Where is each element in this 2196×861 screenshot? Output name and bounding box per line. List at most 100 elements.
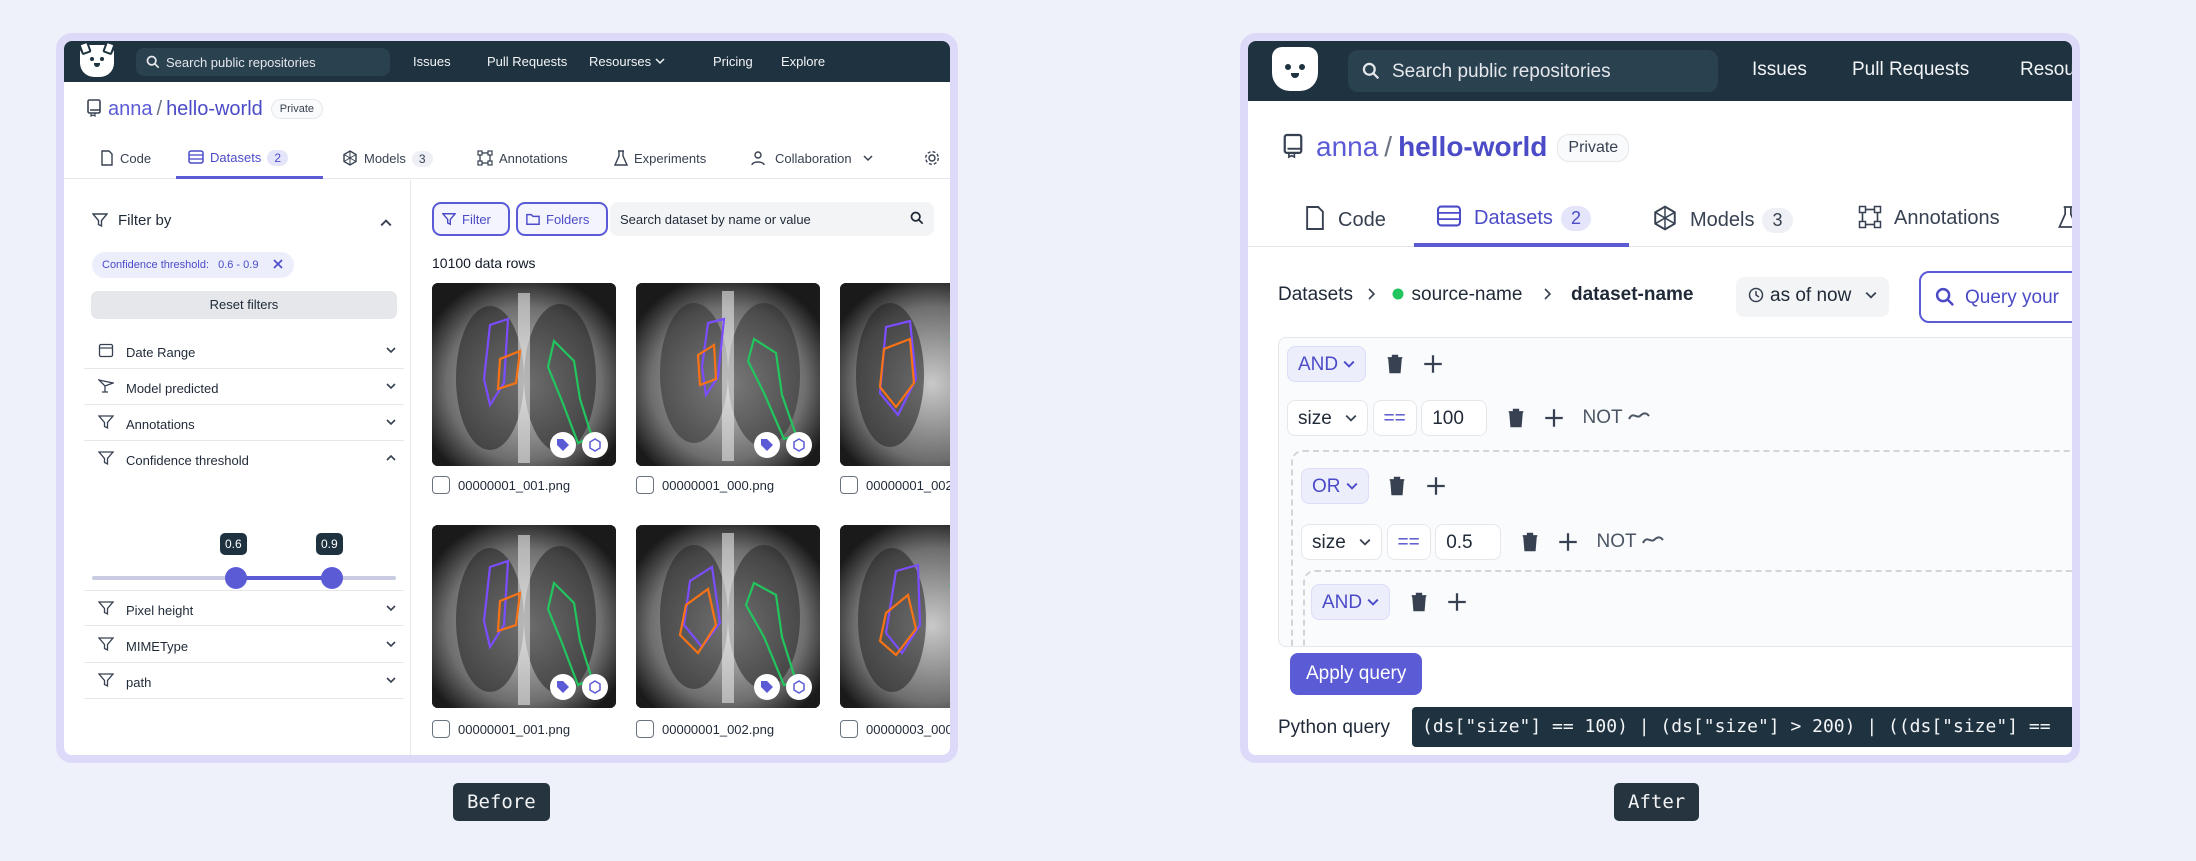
tab-code[interactable]: Code bbox=[100, 150, 151, 166]
xray-thumbnail[interactable] bbox=[636, 283, 820, 466]
facet-annotations[interactable]: Annotations bbox=[84, 405, 404, 441]
nav-resources[interactable]: Resourses bbox=[589, 54, 665, 69]
select-checkbox[interactable] bbox=[432, 720, 450, 738]
facet-confidence-threshold[interactable]: Confidence threshold bbox=[84, 441, 404, 477]
xray-thumbnail[interactable] bbox=[840, 283, 950, 466]
field-select[interactable]: size bbox=[1301, 524, 1383, 560]
xray-thumbnail[interactable] bbox=[432, 525, 616, 708]
filter-icon bbox=[442, 213, 456, 226]
facet-pixel-height[interactable]: Pixel height bbox=[84, 590, 404, 626]
search-input[interactable]: Search public repositories bbox=[136, 48, 390, 76]
tag-badge[interactable] bbox=[754, 674, 780, 700]
image-filename[interactable]: 00000003_000.png bbox=[840, 720, 950, 738]
repo-owner-link[interactable]: anna bbox=[108, 98, 153, 120]
model-badge[interactable] bbox=[786, 674, 812, 700]
trash-icon[interactable] bbox=[1385, 353, 1405, 375]
chevron-up-icon[interactable] bbox=[380, 217, 392, 229]
trash-icon[interactable] bbox=[1387, 475, 1407, 497]
tab-models[interactable]: Models 3 bbox=[1652, 205, 1793, 233]
tab-annotations[interactable]: Annotations bbox=[477, 150, 568, 166]
image-filename[interactable]: 00000001_002.png bbox=[840, 476, 950, 494]
model-badge[interactable] bbox=[786, 432, 812, 458]
image-filename[interactable]: 00000001_002.png bbox=[636, 720, 774, 738]
not-toggle[interactable]: NOT bbox=[1597, 531, 1664, 553]
dataset-search-input[interactable]: Search dataset by name or value bbox=[610, 202, 934, 236]
nav-issues[interactable]: Issues bbox=[1752, 59, 1807, 81]
version-selector[interactable]: as of now bbox=[1736, 277, 1889, 317]
plus-icon[interactable] bbox=[1423, 354, 1443, 374]
tab-models[interactable]: Models 3 bbox=[342, 150, 433, 167]
not-toggle[interactable]: NOT bbox=[1583, 407, 1650, 429]
query-button[interactable]: Query your bbox=[1919, 271, 2072, 323]
xray-thumbnail[interactable] bbox=[432, 283, 616, 466]
logic-select[interactable]: AND bbox=[1311, 584, 1391, 620]
plus-icon[interactable] bbox=[1558, 532, 1578, 552]
tab-settings[interactable] bbox=[924, 150, 940, 166]
repo-name-link[interactable]: hello-world bbox=[166, 98, 263, 120]
reset-filters-button[interactable]: Reset filters bbox=[91, 291, 397, 319]
tab-annotations[interactable]: Annotations bbox=[1858, 205, 2000, 230]
dog-logo-icon[interactable] bbox=[1272, 47, 1318, 91]
filter-header[interactable]: Filter by bbox=[91, 212, 171, 229]
tag-badge[interactable] bbox=[550, 674, 576, 700]
plus-icon[interactable] bbox=[1447, 592, 1467, 612]
tab-experiments[interactable] bbox=[2058, 205, 2072, 230]
facet-mimetype[interactable]: MIMEType bbox=[84, 627, 404, 663]
xray-thumbnail[interactable] bbox=[636, 525, 820, 708]
value-input[interactable]: 100 bbox=[1421, 400, 1488, 436]
close-icon[interactable] bbox=[272, 258, 284, 270]
filter-button[interactable]: Filter bbox=[432, 202, 510, 236]
select-checkbox[interactable] bbox=[636, 720, 654, 738]
nav-pricing[interactable]: Pricing bbox=[713, 54, 753, 69]
trash-icon[interactable] bbox=[1506, 407, 1526, 429]
select-checkbox[interactable] bbox=[840, 476, 858, 494]
facet-path[interactable]: path bbox=[84, 663, 404, 699]
after-window: Search public repositories Issues Pull R… bbox=[1240, 33, 2080, 763]
image-filename[interactable]: 00000001_001.png bbox=[432, 476, 570, 494]
select-checkbox[interactable] bbox=[840, 720, 858, 738]
model-badge[interactable] bbox=[582, 674, 608, 700]
folders-button[interactable]: Folders bbox=[516, 202, 608, 236]
tag-badge[interactable] bbox=[550, 432, 576, 458]
search-input[interactable]: Search public repositories bbox=[1348, 50, 1718, 92]
nav-resources[interactable]: Resou bbox=[2020, 59, 2072, 81]
slider-high-handle[interactable] bbox=[321, 567, 343, 589]
slider-low-handle[interactable] bbox=[225, 567, 247, 589]
logic-select[interactable]: OR bbox=[1301, 468, 1369, 504]
trash-icon[interactable] bbox=[1520, 531, 1540, 553]
nav-explore[interactable]: Explore bbox=[781, 54, 825, 69]
logic-select[interactable]: AND bbox=[1287, 346, 1367, 382]
facet-date-range[interactable]: Date Range bbox=[84, 333, 404, 369]
breadcrumb-datasets[interactable]: Datasets bbox=[1278, 284, 1353, 305]
nav-issues[interactable]: Issues bbox=[413, 54, 451, 69]
nav-pull-requests[interactable]: Pull Requests bbox=[1852, 59, 1969, 81]
field-select[interactable]: size bbox=[1287, 400, 1369, 436]
tab-datasets[interactable]: Datasets 2 bbox=[188, 150, 288, 166]
plus-icon[interactable] bbox=[1426, 476, 1446, 496]
select-checkbox[interactable] bbox=[636, 476, 654, 494]
select-checkbox[interactable] bbox=[432, 476, 450, 494]
tab-collaboration[interactable]: Collaboration bbox=[751, 150, 873, 166]
xray-thumbnail[interactable] bbox=[840, 525, 950, 708]
plus-icon[interactable] bbox=[1544, 408, 1564, 428]
operator-select[interactable]: == bbox=[1386, 524, 1431, 560]
tab-code[interactable]: Code bbox=[1304, 205, 1386, 232]
image-filename[interactable]: 00000001_001.png bbox=[432, 720, 570, 738]
breadcrumb: Datasets source-name dataset-name bbox=[1278, 284, 1694, 306]
repo-owner-link[interactable]: anna bbox=[1316, 131, 1378, 162]
breadcrumb-source[interactable]: source-name bbox=[1412, 284, 1523, 305]
nav-pull-requests[interactable]: Pull Requests bbox=[487, 54, 567, 69]
dog-logo-icon[interactable] bbox=[78, 41, 116, 77]
tab-experiments[interactable]: Experiments bbox=[613, 150, 706, 166]
repo-name-link[interactable]: hello-world bbox=[1398, 131, 1547, 162]
facet-model-predicted[interactable]: Model predicted bbox=[84, 369, 404, 405]
model-badge[interactable] bbox=[582, 432, 608, 458]
tab-datasets[interactable]: Datasets 2 bbox=[1436, 205, 1591, 231]
apply-query-button[interactable]: Apply query bbox=[1290, 653, 1423, 695]
operator-select[interactable]: == bbox=[1372, 400, 1417, 436]
trash-icon[interactable] bbox=[1409, 591, 1429, 613]
tag-badge[interactable] bbox=[754, 432, 780, 458]
image-filename[interactable]: 00000001_000.png bbox=[636, 476, 774, 494]
value-input[interactable]: 0.5 bbox=[1435, 524, 1502, 560]
chevron-down-icon bbox=[1345, 414, 1357, 422]
